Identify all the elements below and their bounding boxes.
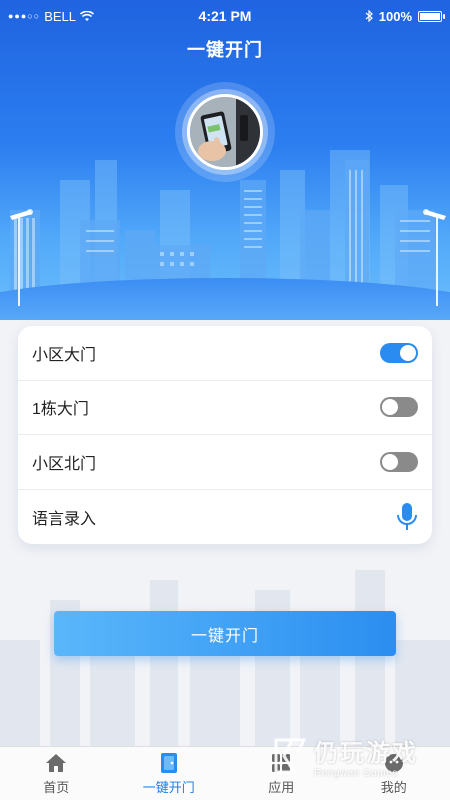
ground-curve [0, 278, 450, 320]
tab-label: 应用 [268, 779, 295, 795]
microphone-icon[interactable] [396, 502, 418, 532]
door-label: 小区大门 [32, 346, 97, 364]
tab-label: 首页 [43, 779, 70, 795]
tab-one-key-open[interactable]: 一键开门 [113, 747, 226, 800]
clock: 4:21 PM [198, 8, 252, 24]
bluetooth-icon [365, 10, 373, 22]
door-row-building-1[interactable]: 1栋大门 [18, 381, 432, 435]
hero-banner: ●●●○○ BELL 4:21 PM 100% 一键开门 [0, 0, 450, 320]
building-1-toggle[interactable] [380, 397, 418, 418]
battery-icon [418, 10, 445, 22]
door-row-main-gate[interactable]: 小区大门 [18, 326, 432, 381]
tab-label: 我的 [380, 779, 407, 795]
avatar-halo [175, 82, 275, 182]
home-icon [45, 752, 67, 774]
door-list-card: 小区大门 1栋大门 小区北门 语言录入 [18, 326, 432, 544]
tab-home[interactable]: 首页 [0, 747, 113, 800]
signal-dots-icon: ●●●○○ [8, 11, 41, 21]
street-lamp-left [10, 209, 33, 306]
north-gate-toggle[interactable] [380, 451, 418, 472]
battery-percent: 100% [378, 8, 412, 24]
door-icon [158, 752, 180, 774]
profile-icon [383, 752, 405, 774]
carrier-label: BELL [44, 8, 76, 24]
door-photo-avatar [187, 94, 263, 170]
page-title: 一键开门 [187, 40, 263, 60]
main-gate-toggle[interactable] [380, 342, 418, 363]
door-label: 小区北门 [32, 455, 97, 473]
status-bar: ●●●○○ BELL 4:21 PM 100% [0, 0, 450, 32]
door-row-north-gate[interactable]: 小区北门 [18, 435, 432, 490]
wifi-icon [80, 10, 94, 21]
door-label: 1栋大门 [32, 401, 89, 419]
tab-label: 一键开门 [142, 779, 195, 795]
voice-input-label: 语言录入 [32, 510, 97, 528]
street-lamp-right [423, 209, 446, 306]
bottom-tab-bar: 首页 一键开门 应用 我的 [0, 746, 450, 800]
tab-profile[interactable]: 我的 [338, 747, 450, 800]
voice-input-row[interactable]: 语言录入 [18, 490, 432, 545]
one-key-open-button[interactable]: 一键开门 [54, 611, 396, 656]
apps-grid-icon [270, 752, 292, 774]
tab-apps[interactable]: 应用 [225, 747, 338, 800]
